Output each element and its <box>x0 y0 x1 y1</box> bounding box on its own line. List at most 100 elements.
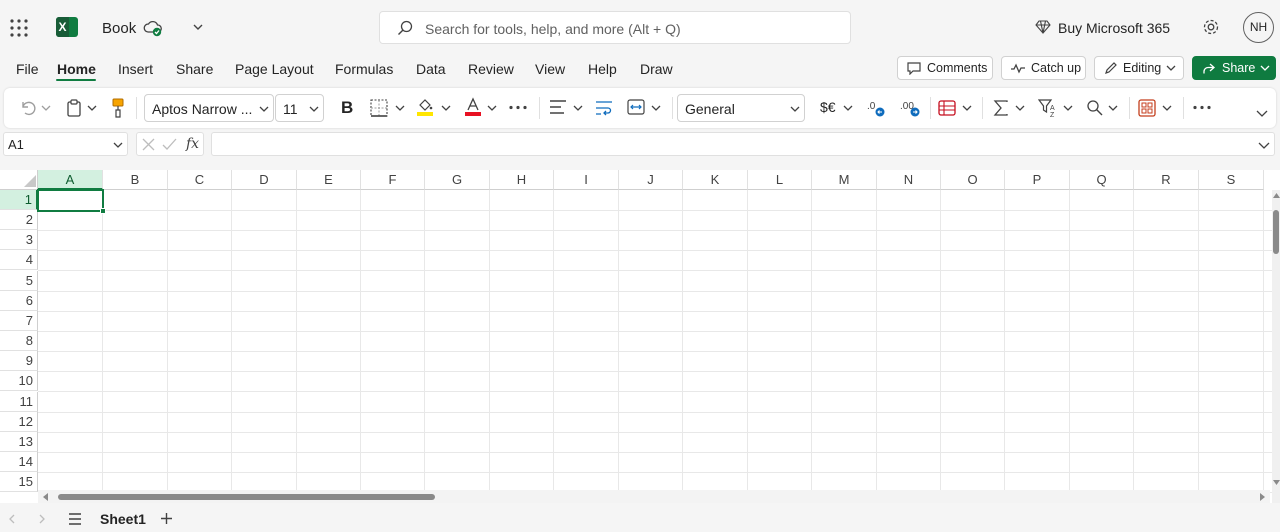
column-header-a[interactable]: A <box>38 170 103 190</box>
autosum-icon[interactable] <box>993 99 1009 117</box>
scroll-left-arrow-icon[interactable] <box>42 493 48 501</box>
share-button[interactable]: Share <box>1192 56 1276 80</box>
spreadsheet-grid[interactable]: ABCDEFGHIJKLMNOPQRS 1 2 3 4 5 6 7 8 9 10 11 12 13 14 1… <box>0 170 1280 503</box>
column-header-i[interactable]: I <box>554 170 619 190</box>
wrap-text-icon[interactable] <box>595 100 613 116</box>
autosum-chevron-down-icon[interactable] <box>1015 104 1025 112</box>
align-chevron-down-icon[interactable] <box>573 104 583 112</box>
cloud-saved-icon[interactable] <box>143 19 163 37</box>
search-box[interactable]: Search for tools, help, and more (Alt + … <box>379 11 851 44</box>
column-header-d[interactable]: D <box>232 170 297 190</box>
tab-home[interactable]: Home <box>57 61 96 77</box>
merge-chevron-down-icon[interactable] <box>651 104 661 112</box>
select-all-corner[interactable] <box>0 170 38 190</box>
borders-icon[interactable] <box>370 99 388 117</box>
app-launcher-icon[interactable] <box>10 19 28 37</box>
comments-button[interactable]: Comments <box>897 56 993 80</box>
column-header-q[interactable]: Q <box>1070 170 1134 190</box>
column-header-r[interactable]: R <box>1134 170 1199 190</box>
row-header-13[interactable]: 13 <box>0 431 38 452</box>
borders-chevron-down-icon[interactable] <box>395 104 405 112</box>
tab-insert[interactable]: Insert <box>118 61 153 77</box>
column-header-s[interactable]: S <box>1199 170 1264 190</box>
settings-gear-icon[interactable] <box>1202 18 1220 36</box>
currency-chevron-down-icon[interactable] <box>843 104 853 112</box>
all-sheets-menu-icon[interactable] <box>68 513 82 525</box>
table-styles-icon[interactable] <box>1138 99 1156 117</box>
sheet-tab-sheet1[interactable]: Sheet1 <box>100 511 146 527</box>
tab-page-layout[interactable]: Page Layout <box>235 61 314 77</box>
sort-filter-icon[interactable]: AZ <box>1038 98 1060 118</box>
row-header-7[interactable]: 7 <box>0 310 38 331</box>
editing-mode-button[interactable]: Editing <box>1094 56 1184 80</box>
insert-cells-chevron-down-icon[interactable] <box>962 104 972 112</box>
align-icon[interactable] <box>549 100 567 114</box>
row-header-8[interactable]: 8 <box>0 331 38 352</box>
undo-icon[interactable] <box>18 99 36 117</box>
tab-review[interactable]: Review <box>468 61 514 77</box>
font-name-dropdown[interactable]: Aptos Narrow ... <box>144 94 274 122</box>
column-header-e[interactable]: E <box>297 170 361 190</box>
fill-color-chevron-down-icon[interactable] <box>441 104 451 112</box>
column-header-f[interactable]: F <box>361 170 425 190</box>
row-header-15[interactable]: 15 <box>0 472 38 493</box>
more-options-icon[interactable] <box>1193 105 1211 110</box>
insert-cells-icon[interactable] <box>938 99 956 117</box>
increase-decimal-icon[interactable]: .00 <box>899 97 923 119</box>
row-header-11[interactable]: 11 <box>0 391 38 412</box>
column-header-g[interactable]: G <box>425 170 490 190</box>
table-styles-chevron-down-icon[interactable] <box>1162 104 1172 112</box>
row-header-4[interactable]: 4 <box>0 250 38 271</box>
row-header-1[interactable]: 1 <box>0 190 38 210</box>
user-avatar[interactable]: NH <box>1243 12 1274 43</box>
tab-file[interactable]: File <box>16 61 39 77</box>
row-header-14[interactable]: 14 <box>0 451 38 472</box>
font-color-chevron-down-icon[interactable] <box>487 104 497 112</box>
merge-cells-icon[interactable] <box>627 99 645 115</box>
scroll-up-arrow-icon[interactable] <box>1273 192 1280 198</box>
currency-format-icon[interactable]: $€ <box>820 99 836 115</box>
add-sheet-icon[interactable] <box>160 512 173 525</box>
row-header-6[interactable]: 6 <box>0 290 38 311</box>
title-chevron-down-icon[interactable] <box>192 22 204 32</box>
column-header-n[interactable]: N <box>877 170 941 190</box>
column-header-c[interactable]: C <box>168 170 232 190</box>
column-header-h[interactable]: H <box>490 170 554 190</box>
formula-input[interactable] <box>211 132 1275 156</box>
column-header-j[interactable]: J <box>619 170 683 190</box>
column-header-b[interactable]: B <box>103 170 168 190</box>
column-header-m[interactable]: M <box>812 170 877 190</box>
next-sheet-chevron-icon[interactable] <box>38 514 46 524</box>
fill-color-icon[interactable] <box>416 97 434 117</box>
decrease-decimal-icon[interactable]: .0 <box>866 97 888 119</box>
vertical-scroll-thumb[interactable] <box>1273 210 1279 254</box>
expand-ribbon-chevron-down-icon[interactable] <box>1256 109 1268 117</box>
scroll-down-arrow-icon[interactable] <box>1273 480 1280 486</box>
tab-draw[interactable]: Draw <box>640 61 673 77</box>
column-header-p[interactable]: P <box>1005 170 1070 190</box>
column-header-l[interactable]: L <box>748 170 812 190</box>
number-format-dropdown[interactable]: General <box>677 94 805 122</box>
font-size-dropdown[interactable]: 11 <box>275 94 324 122</box>
buy-microsoft-365-link[interactable]: Buy Microsoft 365 <box>1058 20 1170 36</box>
active-cell-a1[interactable] <box>37 189 104 212</box>
row-header-10[interactable]: 10 <box>0 371 38 392</box>
paste-clipboard-icon[interactable] <box>66 99 82 117</box>
insert-function-icon[interactable]: fx <box>186 136 199 152</box>
sort-filter-chevron-down-icon[interactable] <box>1063 104 1073 112</box>
formula-expand-chevron-down-icon[interactable] <box>1258 141 1270 149</box>
row-header-9[interactable]: 9 <box>0 351 38 372</box>
row-header-12[interactable]: 12 <box>0 411 38 432</box>
font-color-icon[interactable] <box>464 97 482 117</box>
row-header-2[interactable]: 2 <box>0 210 38 231</box>
cancel-entry-icon[interactable] <box>142 138 155 151</box>
paste-chevron-down-icon[interactable] <box>87 104 97 112</box>
undo-chevron-down-icon[interactable] <box>41 104 51 112</box>
confirm-entry-icon[interactable] <box>162 138 177 151</box>
scroll-right-arrow-icon[interactable] <box>1260 493 1266 501</box>
bold-icon[interactable]: B <box>341 98 353 118</box>
name-box[interactable]: A1 <box>3 132 128 156</box>
horizontal-scroll-thumb[interactable] <box>58 494 435 500</box>
fill-handle[interactable] <box>100 208 106 214</box>
prev-sheet-chevron-icon[interactable] <box>8 514 16 524</box>
